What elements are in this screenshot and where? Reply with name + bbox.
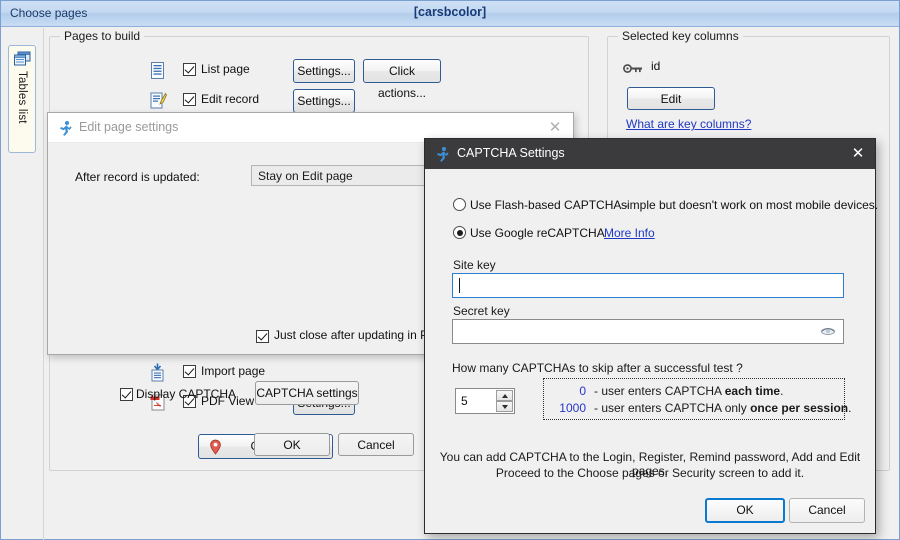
edit-record-settings-button[interactable]: Settings... <box>293 89 355 113</box>
edit-dialog-ok-button[interactable]: OK <box>254 433 330 456</box>
secret-key-label: Secret key <box>453 304 510 318</box>
project-name-label: [carsbcolor] <box>413 5 487 19</box>
dialog-titlebar[interactable]: CAPTCHA Settings ✕ <box>425 139 875 169</box>
checkbox-list-page[interactable] <box>183 63 196 76</box>
dialog-title-label: Edit page settings <box>79 120 179 134</box>
running-man-icon <box>57 120 73 136</box>
flash-captcha-note: simple but doesn't work on most mobile d… <box>621 198 879 212</box>
key-column-name: id <box>651 59 661 73</box>
captcha-cancel-button[interactable]: Cancel <box>789 498 865 523</box>
after-record-updated-label: After record is updated: <box>75 170 200 184</box>
close-icon[interactable]: ✕ <box>847 144 869 164</box>
import-page-icon <box>149 363 167 382</box>
map-pin-icon <box>209 439 222 455</box>
skip-question-label: How many CAPTCHAs to skip after a succes… <box>452 361 743 375</box>
captcha-settings-button[interactable]: CAPTCHA settings <box>255 381 359 405</box>
sidebar-item-tables-list[interactable]: Tables list <box>8 45 36 153</box>
hint-text-0: - user enters CAPTCHA each time. <box>594 384 784 398</box>
radio-use-flash-captcha-label: Use Flash-based CAPTCHA - <box>470 198 629 212</box>
checkbox-display-captcha-label: Display CAPTCHA <box>136 387 237 401</box>
chevron-up-icon[interactable] <box>496 390 513 401</box>
list-page-icon <box>149 61 167 80</box>
group-title: Pages to build <box>60 29 145 43</box>
checkbox-edit-record[interactable] <box>183 93 196 106</box>
hint-text-1000: - user enters CAPTCHA only once per sess… <box>594 401 852 415</box>
what-are-key-columns-link[interactable]: What are key columns? <box>626 117 751 131</box>
window-titlebar: Choose pages [carsbcolor] <box>1 1 899 27</box>
edit-record-icon <box>149 91 167 110</box>
running-man-icon <box>434 146 450 162</box>
close-icon[interactable]: ✕ <box>545 119 565 137</box>
text-caret <box>459 278 460 293</box>
after-record-updated-value: Stay on Edit page <box>258 169 353 183</box>
sidebar-divider <box>43 28 44 540</box>
checkbox-just-close[interactable] <box>256 330 269 343</box>
checkbox-import-page[interactable] <box>183 365 196 378</box>
more-info-link[interactable]: More Info <box>604 226 655 240</box>
footer-note-line-2: Proceed to the Choose pages or Security … <box>495 466 805 480</box>
edit-key-columns-button[interactable]: Edit <box>627 87 715 110</box>
hint-number-1000: 1000 <box>559 401 586 415</box>
checkbox-display-captcha[interactable] <box>120 388 133 401</box>
skip-count-stepper[interactable]: 5 <box>455 388 515 414</box>
chevron-down-icon[interactable] <box>496 401 513 412</box>
site-key-input[interactable] <box>452 273 844 298</box>
radio-use-google-recaptcha[interactable] <box>453 226 466 239</box>
group-title: Selected key columns <box>618 29 743 43</box>
list-page-click-actions-button[interactable]: Click actions... <box>363 59 441 100</box>
radio-use-flash-captcha[interactable] <box>453 198 466 211</box>
list-page-settings-button[interactable]: Settings... <box>293 59 355 83</box>
skip-hint-box: 0 - user enters CAPTCHA each time. 1000 … <box>543 378 851 420</box>
page-row-edit-record: Edit record <box>149 89 569 113</box>
captcha-ok-button[interactable]: OK <box>705 498 785 523</box>
windows-stack-icon <box>14 51 31 66</box>
key-icon <box>623 62 643 75</box>
checkbox-list-page-label: List page <box>201 62 250 76</box>
sidebar-item-label: Tables list <box>16 71 28 124</box>
dialog-title-label: CAPTCHA Settings <box>457 146 565 160</box>
page-row-list: List page <box>149 59 569 83</box>
skip-count-value: 5 <box>461 394 468 408</box>
checkbox-import-page-label: Import page <box>201 364 266 378</box>
secret-key-input[interactable] <box>452 319 844 344</box>
eye-icon[interactable] <box>820 325 836 337</box>
radio-use-google-recaptcha-label: Use Google reCAPTCHA <box>470 226 605 240</box>
hint-number-0: 0 <box>579 384 586 398</box>
checkbox-edit-record-label: Edit record <box>201 92 260 106</box>
edit-dialog-cancel-button[interactable]: Cancel <box>338 433 414 456</box>
site-key-label: Site key <box>453 258 496 272</box>
